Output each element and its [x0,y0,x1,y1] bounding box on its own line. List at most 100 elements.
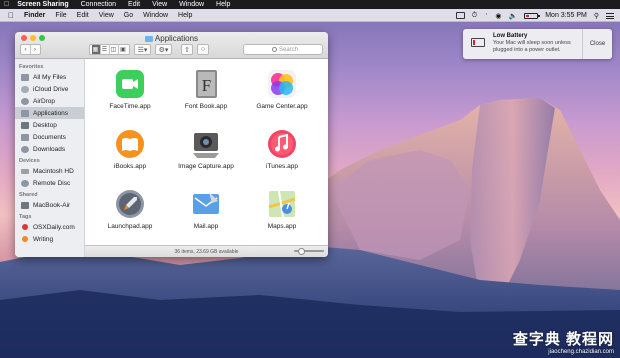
app-label: iTunes.app [266,163,298,170]
spotlight-icon[interactable]: ⚲ [594,12,599,20]
sidebar-item-applications[interactable]: Applications [15,107,84,119]
menu-edit[interactable]: Edit [128,1,140,8]
time-machine-icon[interactable]: ⏱ [472,12,477,20]
menu-finder[interactable]: Finder [24,12,45,19]
icon-view-button[interactable]: ▦ [91,45,101,54]
arrange-button[interactable]: ☰▾ [134,44,151,55]
search-field[interactable]: Search [243,44,323,55]
finder-window: Applications ‹ › ▦ ☰ ◫ ▣ ☰▾ ⚙▾ ⇧ ○ Searc… [15,32,328,257]
sidebar-item-macbook-air[interactable]: MacBook-Air [15,199,84,211]
sidebar-heading-devices: Devices [19,158,40,164]
app-item-mail[interactable]: Mail.app [166,189,246,230]
facetime-icon [115,69,145,99]
sidebar-item-label: Downloads [33,145,66,153]
sidebar-item-documents[interactable]: Documents [15,131,84,143]
sidebar-item-tag-osxdaily[interactable]: OSXDaily.com [15,221,84,233]
sidebar-item-label: MacBook-Air [33,201,71,209]
airdrop-icon [21,97,29,105]
finder-toolbar: Applications ‹ › ▦ ☰ ◫ ▣ ☰▾ ⚙▾ ⇧ ○ Searc… [15,32,328,59]
forward-button[interactable]: › [31,45,40,54]
app-item-launchpad[interactable]: Launchpad.app [90,189,170,230]
sidebar-item-label: All My Files [33,73,67,81]
app-item-image-capture[interactable]: Image Capture.app [166,129,246,170]
wifi-icon[interactable]: ◉ [495,12,501,20]
app-item-game-center[interactable]: Game Center.app [242,69,322,110]
screen-sharing-app-name[interactable]: Screen Sharing [17,1,68,8]
game-center-icon [267,69,297,99]
menu-window[interactable]: Window [179,1,204,8]
notification-close-button[interactable]: Close [582,29,612,59]
downloads-icon [21,145,29,153]
low-battery-notification[interactable]: Low Battery Your Mac will sleep soon unl… [463,29,612,59]
icon-size-slider[interactable] [294,248,324,255]
launchpad-icon [115,189,145,219]
image-capture-icon [191,129,221,159]
app-item-maps[interactable]: Maps.app [242,189,322,230]
app-label: Game Center.app [256,103,308,110]
app-label: Font Book.app [184,103,228,110]
sidebar-item-label: Applications [33,109,69,117]
menu-view[interactable]: View [152,1,167,8]
menu-window[interactable]: Window [143,12,168,19]
app-item-font-book[interactable]: F Font Book.app [166,69,246,110]
sidebar-item-label: iCloud Drive [33,85,69,93]
sidebar-item-desktop[interactable]: Desktop [15,119,84,131]
column-view-button[interactable]: ◫ [110,45,119,54]
maps-icon [267,189,297,219]
sidebar-item-airdrop[interactable]: AirDrop [15,95,84,107]
sidebar-item-label: Macintosh HD [33,167,74,175]
search-icon [272,47,277,52]
apple-logo-icon[interactable]:  [4,1,9,8]
ibooks-icon [115,129,145,159]
sidebar-item-all-my-files[interactable]: All My Files [15,71,84,83]
finder-status-bar: 36 items, 23.69 GB available [85,245,328,257]
list-view-button[interactable]: ☰ [101,45,110,54]
notification-center-icon[interactable] [606,12,614,19]
sidebar-item-label: AirDrop [33,97,56,105]
action-gear-button[interactable]: ⚙▾ [155,44,172,55]
view-mode-buttons: ▦ ☰ ◫ ▣ [89,44,130,55]
computer-icon [21,201,29,209]
menu-help[interactable]: Help [216,1,230,8]
search-placeholder: Search [279,46,299,53]
edit-tags-button[interactable]: ○ [197,44,209,55]
app-label: Maps.app [267,223,297,230]
menu-view[interactable]: View [99,12,114,19]
sidebar-item-label: Remote Disc [33,179,71,187]
back-button[interactable]: ‹ [22,45,31,54]
menu-help[interactable]: Help [178,12,192,19]
app-item-ibooks[interactable]: iBooks.app [90,129,170,170]
tag-icon [22,224,28,230]
cover-flow-button[interactable]: ▣ [119,45,128,54]
folder-icon [144,36,153,42]
app-label: Mail.app [193,223,219,230]
app-item-itunes[interactable]: iTunes.app [242,129,322,170]
volume-icon[interactable]: 🔈 [509,12,518,20]
app-item-facetime[interactable]: FaceTime.app [90,69,170,110]
screen-sharing-status-icon[interactable] [455,12,465,19]
menu-file[interactable]: File [55,12,66,19]
back-forward-buttons: ‹ › [20,44,41,55]
itunes-icon [267,129,297,159]
desktop-icon [21,121,29,129]
font-book-icon: F [191,69,221,99]
watermark-url: jiaocheng.chazidian.com [548,349,614,355]
tag-icon [22,236,28,242]
sidebar-item-macintosh-hd[interactable]: Macintosh HD [15,165,84,177]
sidebar-item-icloud-drive[interactable]: iCloud Drive [15,83,84,95]
menu-connection[interactable]: Connection [81,1,116,8]
sidebar-item-remote-disc[interactable]: Remote Disc [15,177,84,189]
bluetooth-icon[interactable]: ᛫ [484,12,488,19]
window-title-text: Applications [154,34,199,43]
battery-icon[interactable] [524,12,541,19]
notification-body: Your Mac will sleep soon unless plugged … [493,40,571,53]
menu-edit[interactable]: Edit [77,12,89,19]
sidebar-item-tag-writing[interactable]: Writing [15,233,84,245]
apple-menu-icon[interactable]:  [8,11,14,20]
share-button[interactable]: ⇧ [181,44,193,55]
menu-clock[interactable]: Mon 3:55 PM [545,12,587,19]
disc-icon [21,179,29,187]
sidebar-item-downloads[interactable]: Downloads [15,143,84,155]
menu-go[interactable]: Go [124,12,133,19]
sidebar-item-label: Writing [33,235,54,243]
